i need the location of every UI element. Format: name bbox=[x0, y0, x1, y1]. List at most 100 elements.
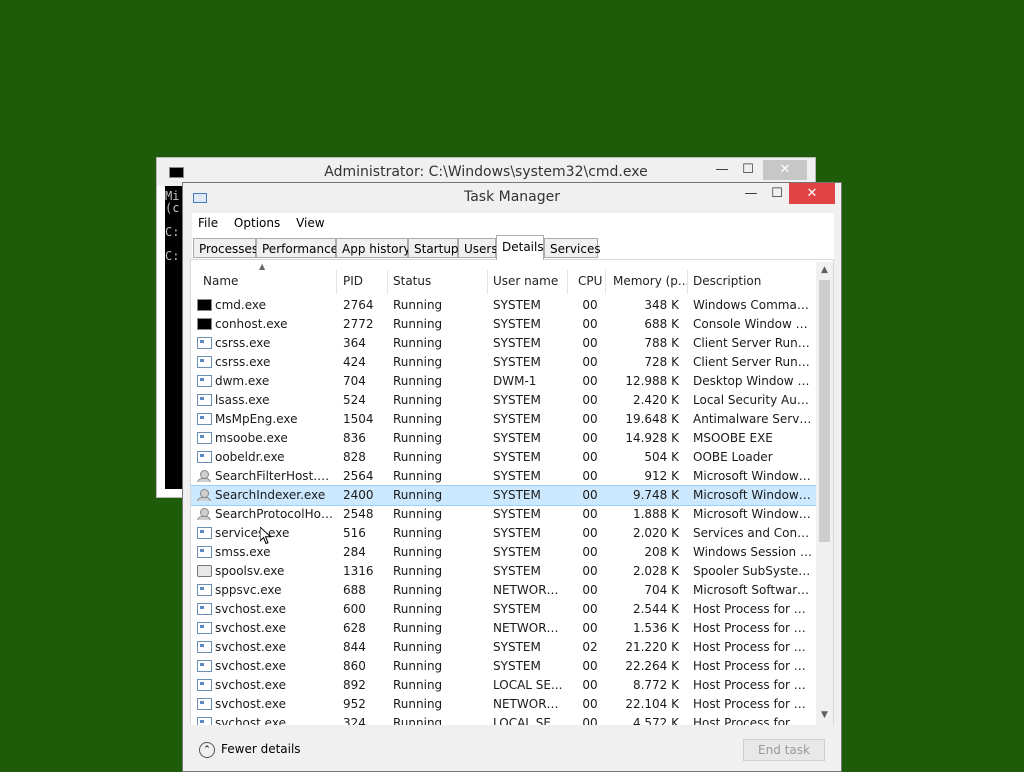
process-user: SYSTEM bbox=[493, 355, 541, 369]
table-row[interactable]: cmd.exe 2764 Running SYSTEM 00 348 K Windows C… bbox=[191, 296, 821, 315]
scroll-up-arrow-icon[interactable]: ▲ bbox=[816, 262, 833, 278]
table-row[interactable]: services.exe 516 Running SYSTEM 00 2.020 K Ser… bbox=[191, 524, 821, 543]
maximize-button[interactable]: ☐ bbox=[763, 183, 791, 204]
table-row[interactable]: oobeldr.exe 828 Running SYSTEM 00 504 K OOBE L… bbox=[191, 448, 821, 467]
column-header-cpu[interactable]: CPU bbox=[578, 270, 602, 294]
table-row[interactable]: svchost.exe 892 Running LOCAL SE... 00 8.772 … bbox=[191, 676, 821, 695]
scroll-down-arrow-icon[interactable]: ▼ bbox=[816, 707, 833, 723]
process-description: Client Server Runtim... bbox=[693, 336, 813, 350]
process-user: SYSTEM bbox=[493, 393, 541, 407]
table-row[interactable]: csrss.exe 364 Running SYSTEM 00 788 K Client S… bbox=[191, 334, 821, 353]
table-row[interactable]: lsass.exe 524 Running SYSTEM 00 2.420 K Local … bbox=[191, 391, 821, 410]
tab-performance[interactable]: Performance bbox=[256, 238, 338, 258]
table-row[interactable]: smss.exe 284 Running SYSTEM 00 208 K Windows S… bbox=[191, 543, 821, 562]
task-manager-titlebar[interactable]: Task Manager — ☐ ✕ bbox=[183, 183, 841, 213]
tab-services[interactable]: Services bbox=[544, 238, 601, 258]
process-name: msoobe.exe bbox=[215, 431, 288, 445]
column-header-name[interactable]: Name bbox=[203, 270, 238, 294]
process-memory: 688 K bbox=[644, 317, 679, 331]
process-pid: 2548 bbox=[343, 507, 374, 521]
process-status: Running bbox=[393, 526, 443, 540]
process-pid: 2564 bbox=[343, 469, 374, 483]
column-divider[interactable] bbox=[387, 270, 388, 294]
column-header-user-name[interactable]: User name bbox=[493, 270, 558, 294]
table-row[interactable]: dwm.exe 704 Running DWM-1 00 12.988 K Desktop … bbox=[191, 372, 821, 391]
process-name: svchost.exe bbox=[215, 602, 286, 616]
column-header-memory[interactable]: Memory (p... bbox=[613, 270, 689, 294]
process-cpu: 00 bbox=[582, 507, 598, 521]
column-divider[interactable] bbox=[687, 270, 688, 294]
console-process-icon bbox=[197, 299, 212, 311]
process-memory: 1.536 K bbox=[632, 621, 679, 635]
process-cpu: 00 bbox=[582, 488, 598, 502]
table-row[interactable]: msoobe.exe 836 Running SYSTEM 00 14.928 K MSOO… bbox=[191, 429, 821, 448]
process-cpu: 00 bbox=[582, 374, 598, 388]
column-header-pid[interactable]: PID bbox=[343, 270, 363, 294]
tab-processes[interactable]: Processes bbox=[193, 238, 258, 258]
table-row[interactable]: spoolsv.exe 1316 Running SYSTEM 00 2.028 K Spo… bbox=[191, 562, 821, 581]
column-divider[interactable] bbox=[605, 270, 606, 294]
end-task-button[interactable]: End task bbox=[743, 739, 825, 761]
table-row[interactable]: SearchIndexer.exe 2400 Running SYSTEM 00 9.74… bbox=[191, 485, 822, 506]
column-divider[interactable] bbox=[487, 270, 488, 294]
table-row[interactable]: csrss.exe 424 Running SYSTEM 00 728 K Client S… bbox=[191, 353, 821, 372]
process-status: Running bbox=[393, 545, 443, 559]
column-divider[interactable] bbox=[567, 270, 568, 294]
process-pid: 892 bbox=[343, 678, 366, 692]
vertical-scrollbar[interactable]: ▲ ▼ bbox=[816, 262, 833, 725]
tab-details[interactable]: Details bbox=[496, 235, 544, 260]
process-pid: 1316 bbox=[343, 564, 374, 578]
tab-users[interactable]: Users bbox=[458, 238, 498, 258]
details-panel: Name ▲ PID Status User name CPU Memory (… bbox=[190, 259, 834, 725]
menu-file[interactable]: File bbox=[192, 213, 224, 233]
cmd-minimize-button[interactable]: — bbox=[709, 160, 735, 180]
table-row[interactable]: MsMpEng.exe 1504 Running SYSTEM 00 19.648 K An… bbox=[191, 410, 821, 429]
menu-view[interactable]: View bbox=[290, 213, 330, 233]
menu-options[interactable]: Options bbox=[228, 213, 286, 233]
table-row[interactable]: SearchFilterHost.exe 2564 Running SYSTEM 00 9… bbox=[191, 467, 821, 486]
process-cpu: 00 bbox=[582, 564, 598, 578]
process-name: lsass.exe bbox=[215, 393, 270, 407]
table-row[interactable]: svchost.exe 324 Running LOCAL SE... 00 4.572 … bbox=[191, 714, 821, 725]
process-memory: 728 K bbox=[644, 355, 679, 369]
task-manager-window[interactable]: Task Manager — ☐ ✕ File Options View Pro… bbox=[182, 182, 842, 772]
process-memory: 21.220 K bbox=[625, 640, 679, 654]
fewer-details-button[interactable]: ⌃ Fewer details bbox=[199, 739, 301, 759]
table-row[interactable]: svchost.exe 600 Running SYSTEM 00 2.544 K Host… bbox=[191, 600, 821, 619]
column-divider[interactable] bbox=[336, 270, 337, 294]
tab-app-history[interactable]: App history bbox=[336, 238, 411, 258]
process-status: Running bbox=[393, 564, 443, 578]
table-row[interactable]: conhost.exe 2772 Running SYSTEM 00 688 K Conso… bbox=[191, 315, 821, 334]
scroll-thumb[interactable] bbox=[819, 280, 830, 542]
table-row[interactable]: svchost.exe 860 Running SYSTEM 00 22.264 K Hos… bbox=[191, 657, 821, 676]
tab-startup[interactable]: Startup bbox=[408, 238, 459, 258]
table-row[interactable]: SearchProtocolHost.... 2548 Running SYSTEM 0… bbox=[191, 505, 821, 524]
app-process-icon bbox=[197, 698, 212, 710]
process-memory: 1.888 K bbox=[632, 507, 679, 521]
app-process-icon bbox=[197, 375, 212, 387]
process-cpu: 00 bbox=[582, 602, 598, 616]
column-header-description[interactable]: Description bbox=[693, 270, 761, 294]
process-cpu: 00 bbox=[582, 317, 598, 331]
column-header-status[interactable]: Status bbox=[393, 270, 431, 294]
table-row[interactable]: sppsvc.exe 688 Running NETWORK... 00 704 K Mic… bbox=[191, 581, 821, 600]
table-row[interactable]: svchost.exe 844 Running SYSTEM 02 21.220 K Hos… bbox=[191, 638, 821, 657]
cmd-maximize-button[interactable]: ☐ bbox=[735, 160, 761, 180]
close-button[interactable]: ✕ bbox=[789, 183, 835, 204]
process-description: Console Window H... bbox=[693, 317, 813, 331]
process-cpu: 00 bbox=[582, 678, 598, 692]
table-row[interactable]: svchost.exe 952 Running NETWORK... 00 22.104 … bbox=[191, 695, 821, 714]
process-description: Desktop Window M... bbox=[693, 374, 813, 388]
process-description: Host Process for Wi... bbox=[693, 716, 813, 725]
process-user: SYSTEM bbox=[493, 507, 541, 521]
process-cpu: 00 bbox=[582, 621, 598, 635]
process-description: Host Process for Wi... bbox=[693, 678, 813, 692]
minimize-button[interactable]: — bbox=[737, 183, 765, 204]
process-pid: 828 bbox=[343, 450, 366, 464]
cmd-close-button[interactable]: ✕ bbox=[763, 160, 807, 180]
table-row[interactable]: svchost.exe 628 Running NETWORK... 00 1.536 K… bbox=[191, 619, 821, 638]
process-name: conhost.exe bbox=[215, 317, 288, 331]
process-cpu: 00 bbox=[582, 545, 598, 559]
sort-ascending-icon: ▲ bbox=[259, 262, 266, 271]
process-status: Running bbox=[393, 298, 443, 312]
